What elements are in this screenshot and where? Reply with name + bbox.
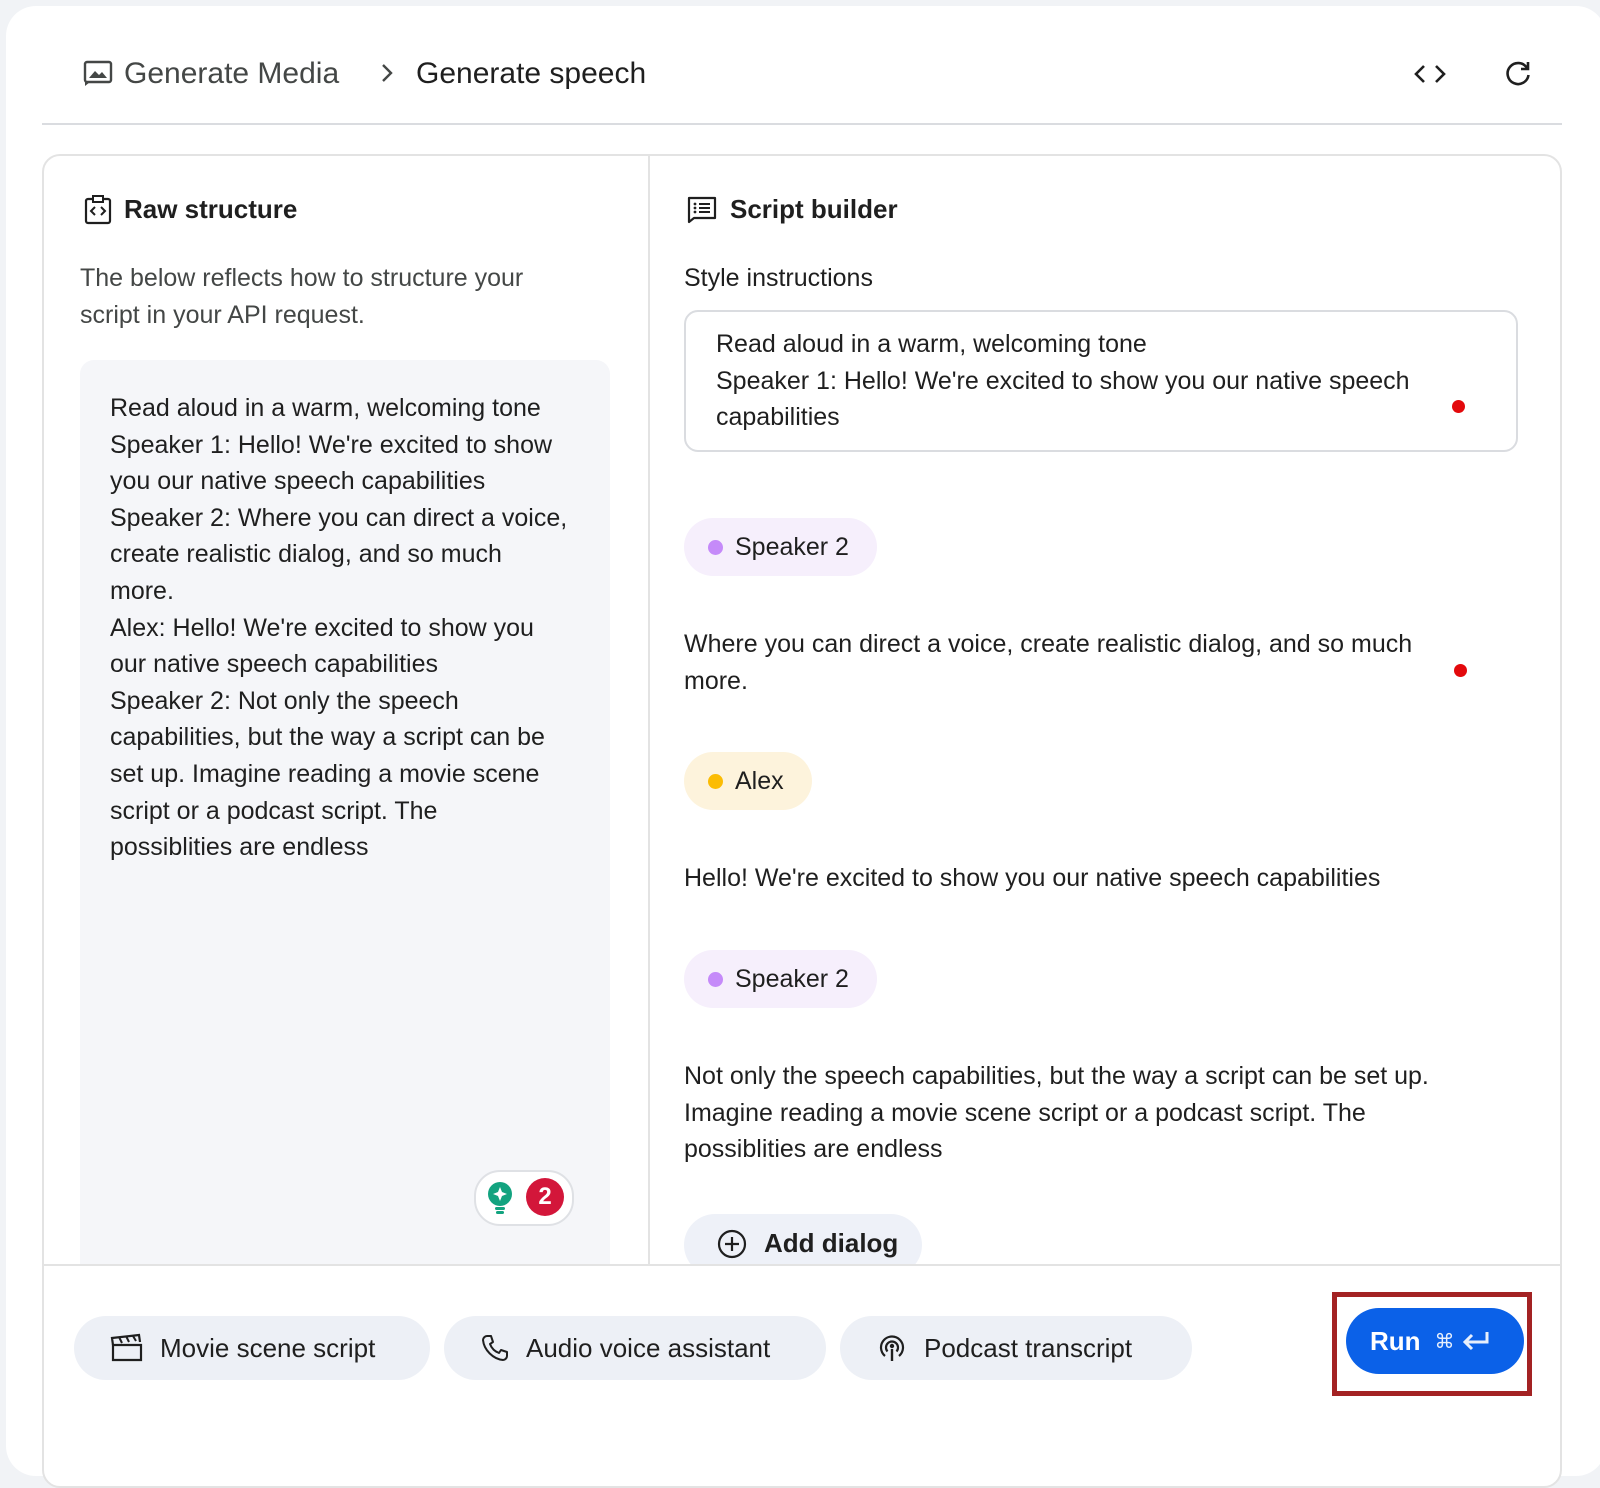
phone-icon: [482, 1335, 508, 1361]
panel-divider: [648, 156, 650, 1268]
code-view-button[interactable]: [1408, 52, 1452, 96]
extension-badge[interactable]: 2: [474, 1170, 574, 1226]
podcast-icon: [879, 1335, 905, 1361]
style-instructions-label: Style instructions: [684, 264, 873, 292]
run-shortcut: ⌘: [1435, 1329, 1491, 1354]
speaker-chip[interactable]: Alex: [684, 752, 812, 810]
clapperboard-icon: [110, 1333, 143, 1362]
style-instructions-input[interactable]: Read aloud in a warm, welcoming tone Spe…: [684, 310, 1518, 452]
style-instructions-value: Read aloud in a warm, welcoming tone Spe…: [716, 330, 1410, 432]
page-header: Generate Media Generate speech: [6, 6, 1600, 126]
enter-key-icon: [1462, 1332, 1489, 1351]
preset-podcast-button[interactable]: Podcast transcript: [840, 1316, 1192, 1380]
raw-structure-content: Read aloud in a warm, welcoming tone Spe…: [110, 394, 568, 862]
speaker-name: Speaker 2: [735, 532, 849, 561]
raw-structure-heading: Raw structure: [84, 194, 297, 225]
script-list-icon: [687, 196, 717, 223]
unsaved-indicator-dot: [1452, 400, 1465, 413]
breadcrumb-root[interactable]: Generate Media: [124, 54, 339, 94]
code-clipboard-icon: [84, 194, 112, 224]
raw-structure-description: The below reflects how to structure your…: [80, 264, 524, 329]
command-key-icon: ⌘: [1434, 1330, 1455, 1353]
speaker-name: Alex: [735, 766, 784, 795]
preset-movie-scene-button[interactable]: Movie scene script: [74, 1316, 430, 1380]
speaker-color-dot: [708, 773, 723, 789]
preset-label: Audio voice assistant: [526, 1332, 771, 1363]
dialog-line-text[interactable]: Not only the speech capabilities, but th…: [684, 1058, 1484, 1168]
refresh-button[interactable]: [1496, 52, 1540, 96]
speech-editor-card: Raw structure The below reflects how to …: [42, 154, 1562, 1488]
header-divider: [42, 123, 1562, 125]
extension-count-badge: 2: [526, 1178, 564, 1216]
preset-audio-assistant-button[interactable]: Audio voice assistant: [444, 1316, 826, 1380]
run-label: Run: [1370, 1325, 1421, 1356]
speaker-color-dot: [708, 971, 723, 987]
speaker-chip[interactable]: Speaker 2: [684, 950, 877, 1008]
image-icon: [83, 60, 113, 86]
speaker-chip[interactable]: Speaker 2: [684, 518, 877, 576]
code-icon: [1414, 65, 1446, 83]
preset-label: Podcast transcript: [924, 1332, 1133, 1363]
add-dialog-label: Add dialog: [764, 1228, 899, 1258]
preset-footer: Movie scene script Audio voice assistant…: [44, 1266, 1560, 1466]
run-button[interactable]: Run ⌘: [1346, 1308, 1524, 1374]
app-window: Generate Media Generate speech Raw struc…: [6, 6, 1600, 1488]
dialog-line-text[interactable]: Hello! We're excited to show you our nat…: [684, 860, 1484, 897]
unsaved-indicator-dot: [1454, 664, 1467, 677]
refresh-icon: [1506, 61, 1530, 86]
lightbulb-icon: [488, 1182, 512, 1214]
speaker-color-dot: [708, 539, 723, 555]
page-title: Generate speech: [416, 57, 647, 90]
raw-structure-title: Raw structure: [124, 194, 298, 224]
add-circle-icon: [717, 1229, 747, 1259]
speaker-name: Speaker 2: [735, 964, 849, 993]
script-builder-heading: Script builder: [686, 194, 898, 225]
preset-label: Movie scene script: [160, 1332, 376, 1363]
chevron-right-icon: [382, 64, 393, 82]
script-builder-title: Script builder: [730, 194, 898, 224]
raw-structure-box: Read aloud in a warm, welcoming tone Spe…: [80, 360, 610, 1280]
dialog-line-text[interactable]: Where you can direct a voice, create rea…: [684, 626, 1454, 699]
